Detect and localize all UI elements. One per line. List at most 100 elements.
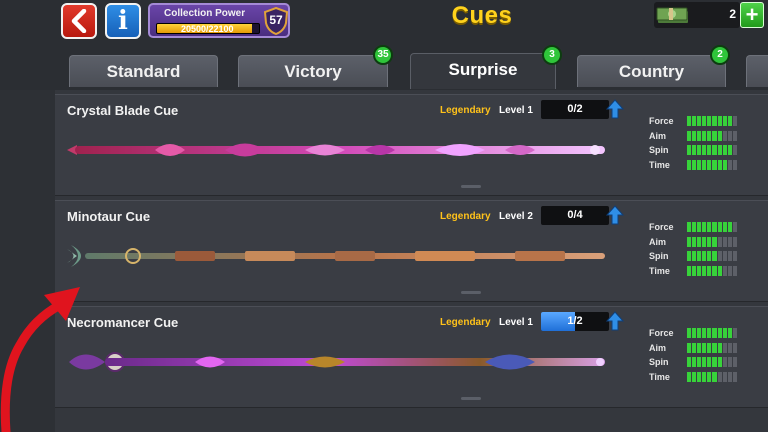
stat-segment bbox=[727, 130, 732, 141]
stat-segment bbox=[717, 357, 722, 367]
tab-surprise[interactable]: Surprise bbox=[410, 53, 556, 89]
chevron-left-icon bbox=[71, 9, 87, 33]
stat-segment bbox=[687, 116, 692, 126]
stat-segment bbox=[717, 328, 722, 338]
collection-power-bar: 20500/22100 bbox=[156, 23, 260, 34]
stat-meter bbox=[687, 130, 737, 141]
stat-meter bbox=[687, 328, 737, 338]
tab-next[interactable] bbox=[746, 55, 768, 87]
stat-segment bbox=[697, 357, 702, 367]
stat-label: Force bbox=[649, 328, 674, 338]
stat-segment bbox=[687, 328, 692, 338]
stat-segment bbox=[697, 145, 702, 155]
stat-segment bbox=[727, 371, 732, 382]
tab-badge-surprise: 3 bbox=[542, 45, 562, 65]
stat-segment bbox=[707, 251, 712, 261]
stat-segment bbox=[717, 222, 722, 232]
stat-row: Time bbox=[649, 265, 759, 280]
stat-segment bbox=[687, 371, 692, 382]
arrow-up-icon[interactable] bbox=[606, 99, 624, 119]
stat-label: Aim bbox=[649, 342, 667, 353]
cue-card[interactable]: Crystal Blade Cue Legendary Level 1 0/2 … bbox=[55, 94, 768, 196]
stat-row: Spin bbox=[649, 144, 759, 159]
stat-segment bbox=[702, 357, 707, 367]
stat-segment bbox=[732, 159, 737, 170]
stat-segment bbox=[687, 222, 692, 232]
arrow-up-icon[interactable] bbox=[606, 205, 624, 225]
stat-segment bbox=[697, 222, 702, 232]
stat-segment bbox=[707, 222, 712, 232]
stat-segment bbox=[707, 130, 712, 141]
stat-row: Force bbox=[649, 115, 759, 130]
stat-segment bbox=[722, 265, 727, 276]
stat-segment bbox=[717, 236, 722, 247]
stat-segment bbox=[727, 328, 732, 338]
stat-segment bbox=[712, 328, 717, 338]
tab-country[interactable]: Country bbox=[577, 55, 726, 87]
stat-segment bbox=[697, 251, 702, 261]
stat-segment bbox=[687, 236, 692, 247]
stat-segment bbox=[732, 342, 737, 353]
stat-segment bbox=[697, 116, 702, 126]
tab-standard[interactable]: Standard bbox=[69, 55, 218, 87]
stat-segment bbox=[717, 130, 722, 141]
stat-segment bbox=[732, 371, 737, 382]
stat-segment bbox=[692, 328, 697, 338]
stat-segment bbox=[727, 159, 732, 170]
stat-segment bbox=[702, 371, 707, 382]
back-button[interactable] bbox=[61, 3, 97, 39]
tab-label: Victory bbox=[284, 62, 342, 81]
stat-segment bbox=[727, 265, 732, 276]
expand-handle[interactable] bbox=[461, 397, 481, 400]
tab-victory[interactable]: Victory bbox=[238, 55, 388, 87]
stat-segment bbox=[707, 116, 712, 126]
stat-row: Force bbox=[649, 221, 759, 236]
stat-segment bbox=[727, 116, 732, 126]
collection-level-badge: 57 bbox=[269, 13, 283, 27]
expand-handle[interactable] bbox=[461, 291, 481, 294]
cue-card[interactable]: Minotaur Cue Legendary Level 2 0/4 Force… bbox=[55, 200, 768, 302]
stat-segment bbox=[697, 328, 702, 338]
stat-segment bbox=[692, 251, 697, 261]
stat-row: Time bbox=[649, 159, 759, 174]
stat-segment bbox=[712, 357, 717, 367]
stat-segment bbox=[722, 342, 727, 353]
cue-rarity: Legendary bbox=[440, 317, 491, 328]
cue-stats: Force Aim Spin Time bbox=[649, 327, 759, 385]
stat-segment bbox=[712, 342, 717, 353]
stat-segment bbox=[712, 236, 717, 247]
cue-card[interactable]: Necromancer Cue Legendary Level 1 1/2 Fo… bbox=[55, 306, 768, 408]
stat-segment bbox=[717, 116, 722, 126]
expand-handle[interactable] bbox=[461, 185, 481, 188]
stat-segment bbox=[687, 251, 692, 261]
stat-row: Spin bbox=[649, 250, 759, 265]
stat-meter bbox=[687, 145, 737, 155]
stat-segment bbox=[697, 236, 702, 247]
stat-label: Force bbox=[649, 116, 674, 126]
stat-segment bbox=[732, 116, 737, 126]
stat-row: Aim bbox=[649, 342, 759, 357]
cue-stats: Force Aim Spin Time bbox=[649, 221, 759, 279]
cash-count: 2 bbox=[729, 7, 736, 21]
stat-segment bbox=[707, 357, 712, 367]
stat-meter bbox=[687, 265, 737, 276]
add-cash-button[interactable]: + bbox=[740, 2, 764, 28]
arrow-up-icon[interactable] bbox=[606, 311, 624, 331]
stat-row: Force bbox=[649, 327, 759, 342]
stat-segment bbox=[732, 328, 737, 338]
cue-stats: Force Aim Spin Time bbox=[649, 115, 759, 173]
stat-segment bbox=[692, 159, 697, 170]
stat-segment bbox=[702, 130, 707, 141]
tab-badge-victory: 35 bbox=[373, 45, 393, 65]
stat-segment bbox=[702, 222, 707, 232]
stat-segment bbox=[722, 145, 727, 155]
stat-segment bbox=[697, 159, 702, 170]
info-button[interactable]: i bbox=[105, 3, 141, 39]
stat-segment bbox=[717, 371, 722, 382]
page-title: Cues bbox=[451, 2, 513, 29]
collection-power-panel[interactable]: Collection Power 20500/22100 57 bbox=[148, 3, 290, 38]
stat-segment bbox=[707, 371, 712, 382]
stat-label: Spin bbox=[649, 357, 669, 367]
stat-row: Aim bbox=[649, 236, 759, 251]
stat-label: Time bbox=[649, 265, 670, 276]
